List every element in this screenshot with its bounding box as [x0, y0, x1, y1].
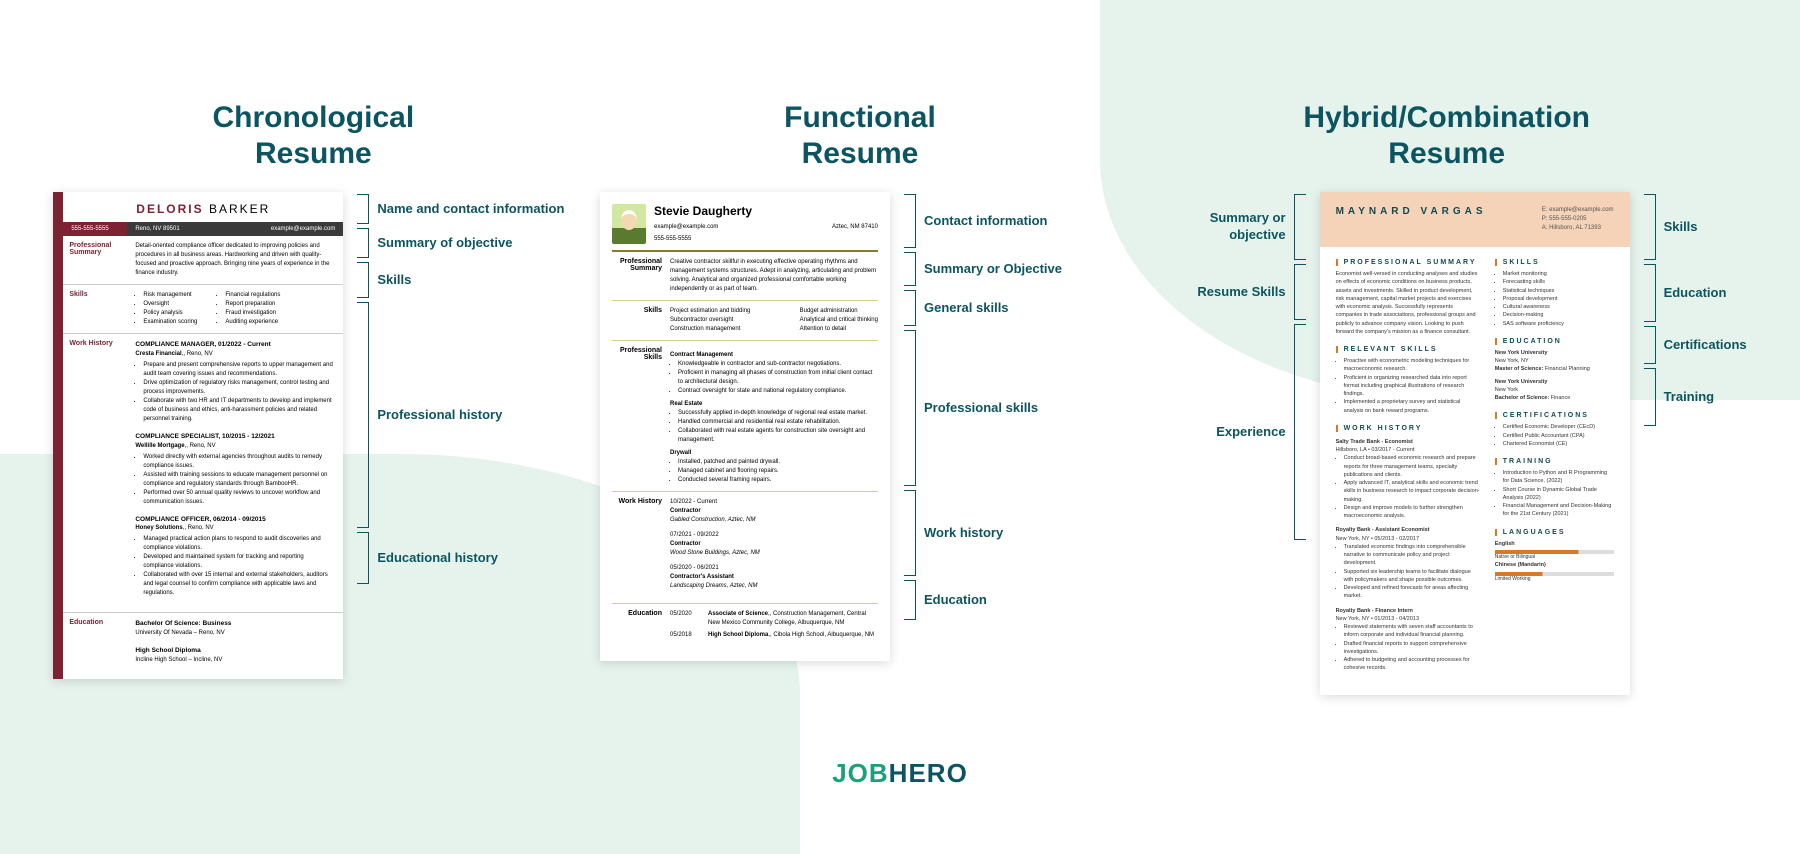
callout-label: Skills: [357, 260, 564, 300]
callout-label: Work history: [904, 488, 1062, 578]
r3-ps-h: PROFESSIONAL SUMMARY: [1336, 259, 1481, 266]
callout-label: Certifications: [1644, 324, 1747, 366]
r1-work-h: Work History: [63, 334, 127, 612]
r2-sum-h: Professional Summary: [612, 258, 670, 294]
main-columns: Chronological Resume DELORIS BARKER 555-…: [0, 0, 1800, 695]
r2-email: example@example.com: [654, 224, 718, 230]
callout-label: Educational history: [357, 530, 564, 586]
r1-edu: Bachelor Of Science: BusinessUniversity …: [127, 613, 343, 679]
callout-label: General skills: [904, 288, 1062, 328]
r2-ps-h: Professional Skills: [612, 347, 670, 485]
r1-email: example@example.com: [263, 222, 343, 236]
r2-name: Stevie Daugherty: [654, 204, 878, 218]
callout-label: Education: [1644, 262, 1747, 324]
callout-label: Professional history: [357, 300, 564, 530]
r2-photo: [612, 204, 646, 244]
r3-rs-h: RELEVANT SKILLS: [1336, 346, 1481, 353]
r2-edu: 05/2020Associate of Science,, Constructi…: [670, 610, 878, 643]
r1-edu-h: Education: [63, 613, 127, 679]
r2-sk: Project estimation and biddingSubcontrac…: [670, 307, 878, 334]
r1-summary-h: Professional Summary: [63, 236, 127, 284]
r3-contact: E: example@example.comP: 555-555-0205A: …: [1542, 206, 1614, 233]
r3-wh-h: WORK HISTORY: [1336, 425, 1481, 432]
r2-edu-h: Education: [612, 610, 670, 643]
title-chronological: Chronological Resume: [53, 100, 573, 172]
r3-lang-h: LANGUAGES: [1495, 529, 1614, 536]
r2-sum: Creative contractor skillful in executin…: [670, 258, 878, 294]
labels-col3-right: SkillsEducationCertificationsTraining: [1644, 192, 1747, 428]
r1-jobs: COMPLIANCE MANAGER, 01/2022 - CurrentCre…: [127, 334, 343, 612]
r3-tr-h: TRAINING: [1495, 458, 1614, 465]
r1-skills: Risk managementOversightPolicy analysisE…: [127, 285, 343, 333]
r3-name: MAYNARD VARGAS: [1336, 206, 1487, 233]
callout-label: Summary or Objective: [904, 250, 1062, 288]
labels-col1: Name and contact informationSummary of o…: [357, 192, 564, 586]
r3-ed-h: EDUCATION: [1495, 338, 1614, 345]
title-functional: Functional Resume: [600, 100, 1120, 172]
r1-phone: 555-555-5555: [63, 222, 127, 236]
callout-label: Education: [904, 578, 1062, 622]
r3-jobs: Salty Trade Bank - EconomistHillsboro, L…: [1336, 438, 1481, 673]
r3-cert-h: CERTIFICATIONS: [1495, 412, 1614, 419]
resume-card-3: MAYNARD VARGAS E: example@example.comP: …: [1320, 192, 1630, 695]
r1-summary: Detail-oriented compliance officer dedic…: [127, 236, 343, 284]
r3-ps: Economist well-versed in conducting anal…: [1336, 270, 1481, 336]
r1-loc: Reno, NV 89501: [127, 222, 263, 236]
callout-label: Skills: [1644, 192, 1747, 262]
resume-card-1: DELORIS BARKER 555-555-5555 Reno, NV 895…: [53, 192, 343, 679]
r2-ps: Contract ManagementKnowledgeable in cont…: [670, 347, 878, 485]
callout-label: Contact information: [904, 192, 1062, 250]
col-chronological: Chronological Resume DELORIS BARKER 555-…: [53, 100, 573, 695]
r1-skills-h: Skills: [63, 285, 127, 333]
r2-loc: Aztec, NM 87410: [832, 224, 878, 230]
r2-wh: 10/2022 - CurrentContractorGabled Constr…: [670, 498, 878, 597]
callout-label: Resume Skills: [1161, 262, 1306, 322]
labels-col3-left: Summary or objectiveResume SkillsExperie…: [1161, 192, 1306, 542]
logo: JOBHERO: [0, 758, 1800, 789]
callout-label: Training: [1644, 366, 1747, 428]
r2-phone: 555-555-5555: [654, 236, 691, 242]
col-hybrid: Hybrid/Combination Resume Summary or obj…: [1147, 100, 1747, 695]
callout-label: Summary or objective: [1161, 192, 1306, 262]
resume-card-2: Stevie Daugherty example@example.com Azt…: [600, 192, 890, 661]
labels-col2: Contact informationSummary or ObjectiveG…: [904, 192, 1062, 622]
r1-name: DELORIS BARKER: [63, 192, 343, 222]
col-functional: Functional Resume Stevie Daugherty examp…: [600, 100, 1120, 695]
callout-label: Experience: [1161, 322, 1306, 542]
r2-sk-h: Skills: [612, 307, 670, 334]
title-hybrid: Hybrid/Combination Resume: [1147, 100, 1747, 172]
r3-sk-h: SKILLS: [1495, 259, 1614, 266]
callout-label: Summary of objective: [357, 226, 564, 260]
callout-label: Name and contact information: [357, 192, 564, 226]
callout-label: Professional skills: [904, 328, 1062, 488]
r2-wh-h: Work History: [612, 498, 670, 597]
